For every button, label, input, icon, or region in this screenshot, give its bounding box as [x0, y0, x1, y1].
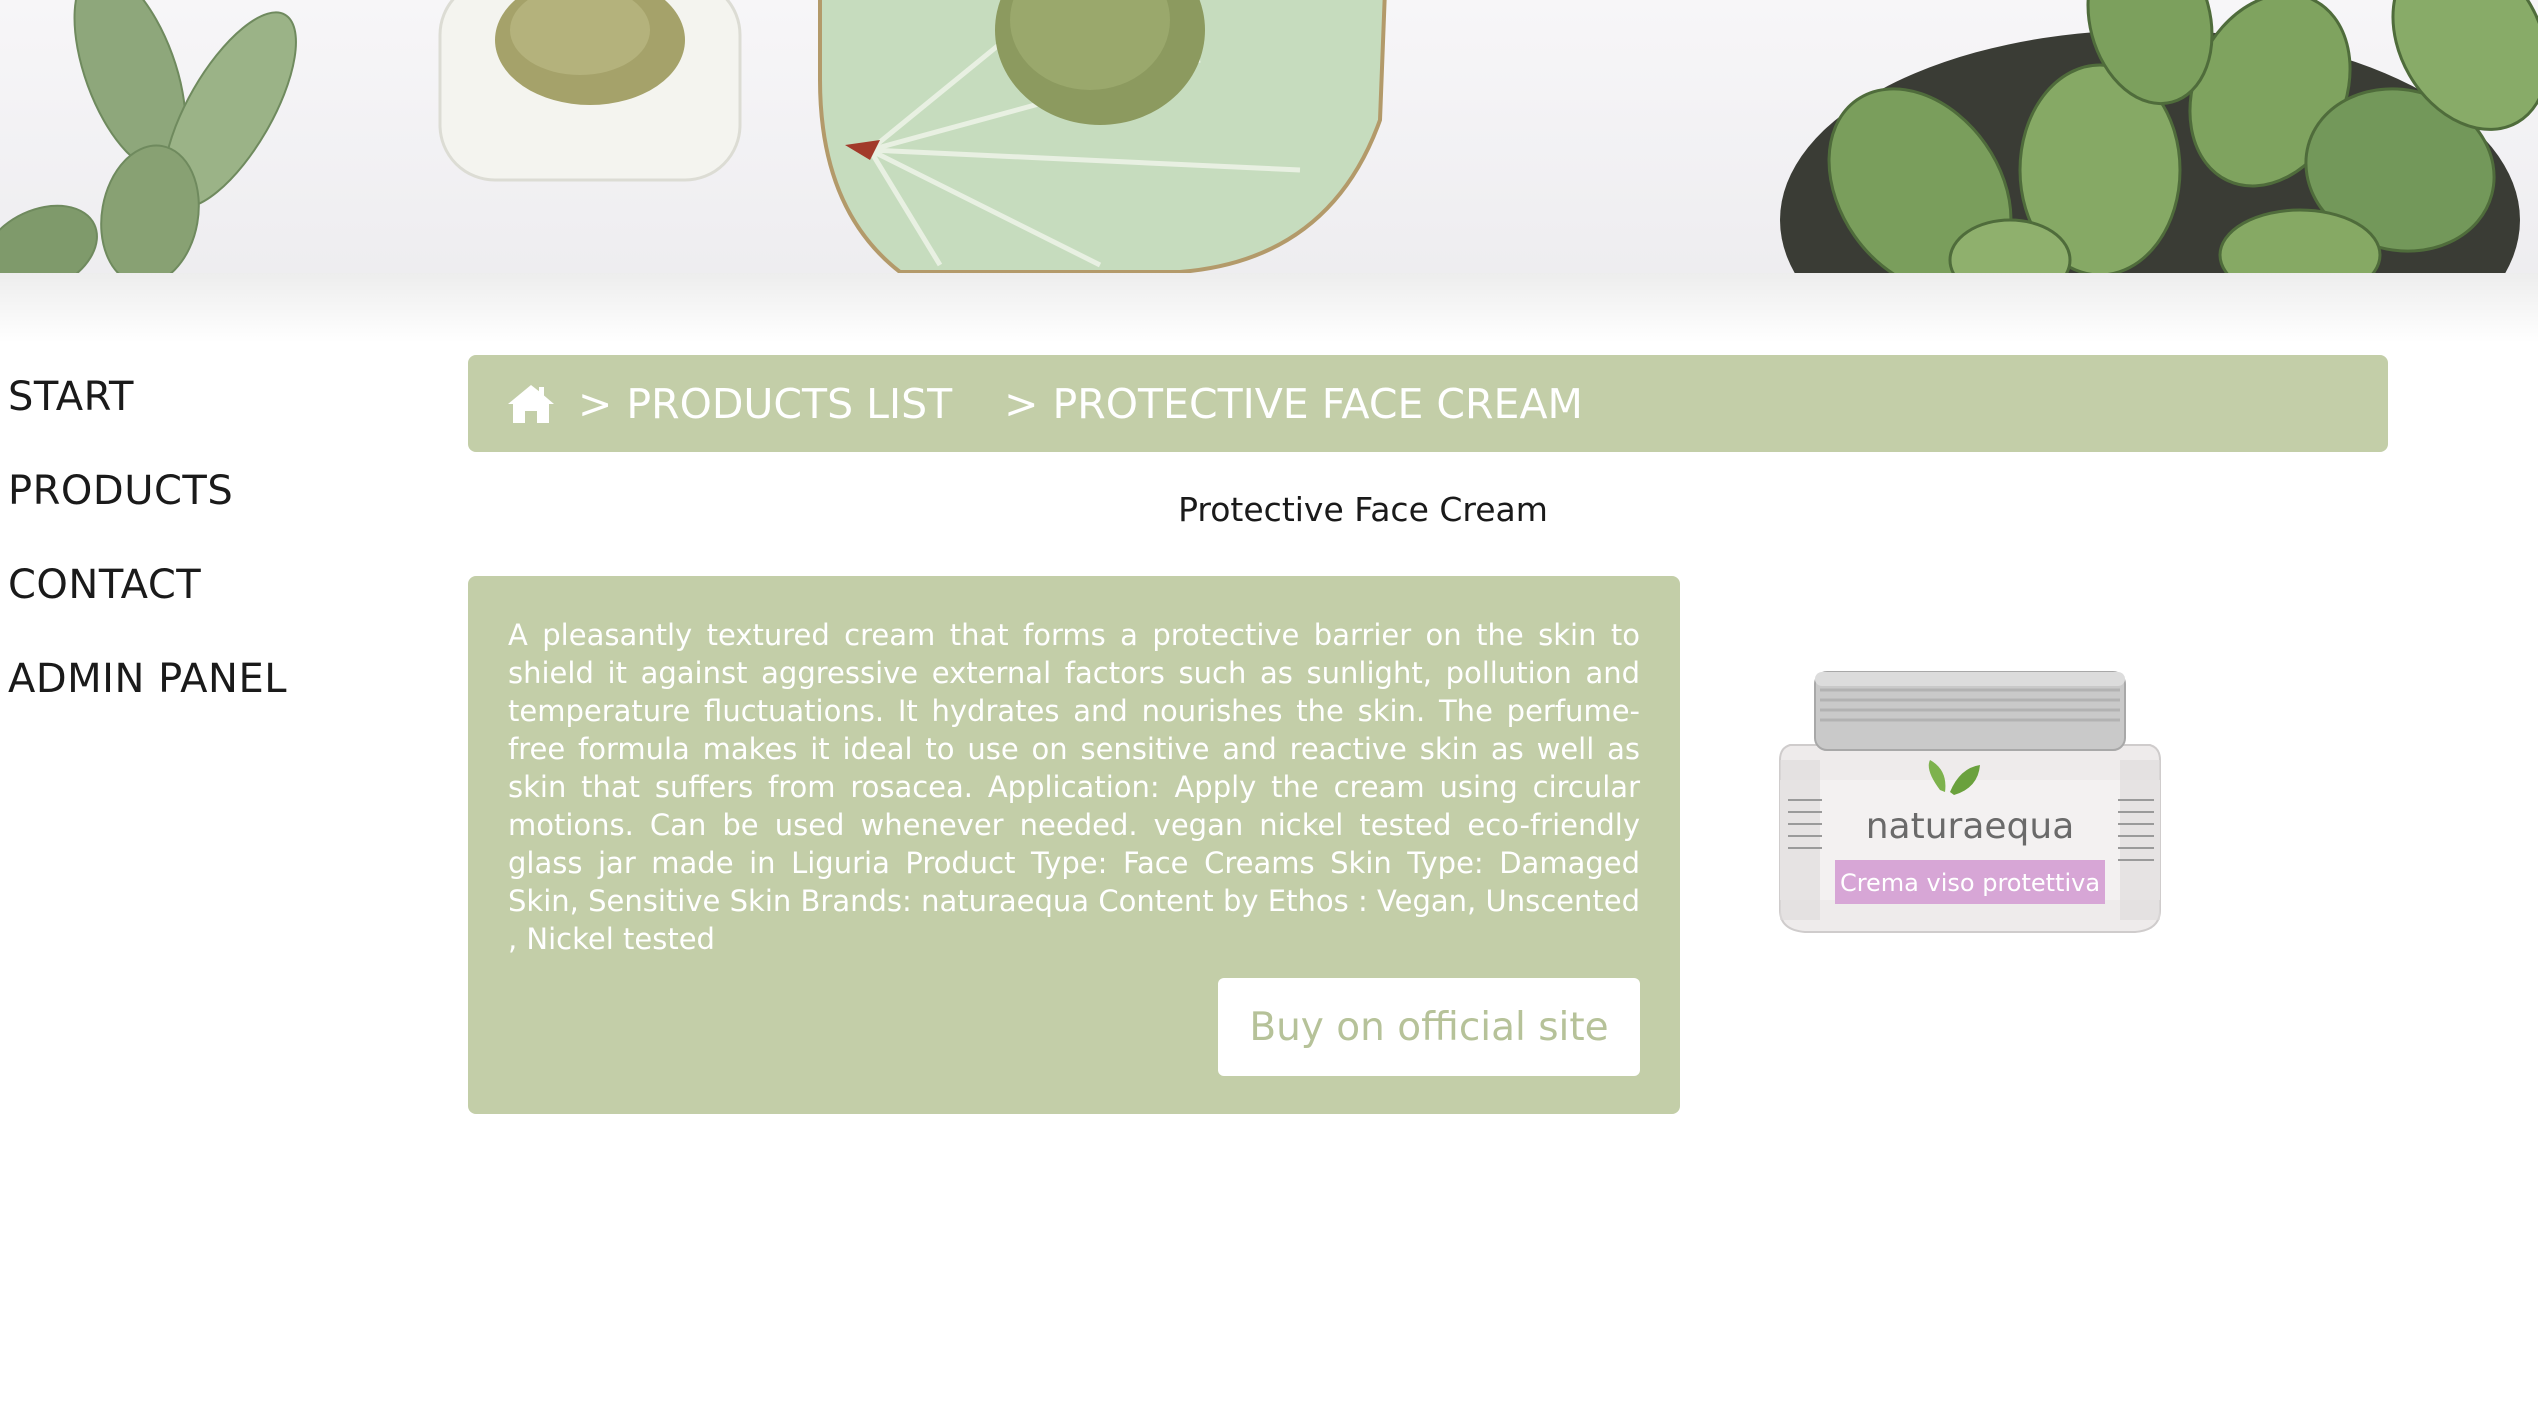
- nav-item-admin-panel[interactable]: ADMIN PANEL: [8, 632, 388, 726]
- product-description: A pleasantly textured cream that forms a…: [508, 618, 1640, 956]
- hero-banner: [0, 0, 2538, 273]
- nav-item-products[interactable]: PRODUCTS: [8, 444, 388, 538]
- product-image: naturaequa Crema viso protettiva: [1779, 671, 2161, 933]
- nav-item-contact[interactable]: CONTACT: [8, 538, 388, 632]
- breadcrumb-separator: >: [578, 379, 613, 428]
- breadcrumb-products-list[interactable]: PRODUCTS LIST: [626, 380, 952, 428]
- sidebar-nav: START PRODUCTS CONTACT ADMIN PANEL: [8, 350, 388, 726]
- sage-leaves: [0, 0, 297, 273]
- buy-on-official-site-button[interactable]: Buy on official site: [1218, 978, 1640, 1076]
- breadcrumb-current-product: PROTECTIVE FACE CREAM: [1052, 379, 1583, 428]
- brand-logo-text: naturaequa: [1866, 806, 2075, 847]
- hero-illustration: [0, 0, 2538, 273]
- product-title: Protective Face Cream: [1178, 490, 1548, 529]
- product-description-panel: A pleasantly textured cream that forms a…: [468, 576, 1680, 1114]
- hero-shadow: [0, 273, 2538, 343]
- nav-item-start[interactable]: START: [8, 350, 388, 444]
- breadcrumb: > PRODUCTS LIST > PROTECTIVE FACE CREAM: [468, 355, 2388, 452]
- jar-label-text: Crema viso protettiva: [1840, 869, 2100, 897]
- home-icon[interactable]: [506, 382, 556, 426]
- breadcrumb-separator: >: [1004, 379, 1039, 428]
